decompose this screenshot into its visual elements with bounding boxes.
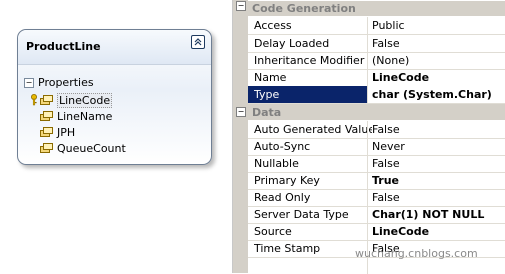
grid-row-primary-key[interactable]: Primary Key True: [248, 172, 505, 190]
column-divider: [367, 155, 368, 172]
grid-row-inheritance-modifier[interactable]: Inheritance Modifier (None): [248, 52, 505, 70]
entity-property-linecode[interactable]: LineCode: [31, 92, 113, 108]
grid-row-name: Auto-Sync: [254, 140, 311, 153]
category-code-generation[interactable]: − Code Generation: [233, 1, 505, 16]
column-divider: [367, 138, 368, 155]
grid-row-access[interactable]: Access Public: [248, 17, 505, 35]
grid-row-name: Server Data Type: [254, 208, 349, 221]
column-divider: [367, 206, 368, 223]
grid-row-name: Type: [254, 88, 280, 101]
property-icon: [40, 94, 53, 105]
property-icon: [40, 126, 53, 137]
properties-section-label: Properties: [38, 76, 94, 89]
collapse-minus-icon[interactable]: −: [24, 77, 34, 88]
grid-row-source[interactable]: Source LineCode: [248, 223, 505, 241]
column-divider: [367, 172, 368, 189]
property-icon: [40, 110, 53, 121]
grid-row-server-data-type[interactable]: Server Data Type Char(1) NOT NULL: [248, 206, 505, 224]
property-grid[interactable]: − Code Generation Access Public Delay Lo…: [232, 0, 505, 274]
grid-row-name: Primary Key: [254, 174, 320, 187]
key-icon: [31, 94, 37, 106]
grid-row-value[interactable]: char (System.Char): [372, 88, 492, 101]
column-divider: [367, 223, 368, 240]
grid-row-delay-loaded[interactable]: Delay Loaded False: [248, 35, 505, 53]
entity-property-label: LineName: [57, 109, 113, 123]
collapse-minus-icon[interactable]: −: [236, 107, 246, 117]
collapse-up-icon[interactable]: [191, 35, 205, 49]
grid-row-name: Access: [254, 19, 292, 32]
column-divider: [367, 52, 368, 69]
grid-row-auto-generated-value[interactable]: Auto Generated Value False: [248, 121, 505, 139]
category-data[interactable]: − Data: [233, 104, 505, 120]
entity-property-linename[interactable]: LineName: [40, 109, 112, 123]
grid-row-value[interactable]: False: [372, 37, 400, 50]
grid-row-value[interactable]: (None): [372, 54, 409, 67]
grid-row-value[interactable]: LineCode: [372, 225, 429, 238]
grid-margin-strip: [233, 0, 248, 273]
grid-row-name: Auto Generated Value: [254, 123, 372, 136]
entity-shape[interactable]: ProductLine − Properties LineCode LineNa: [17, 29, 212, 165]
property-icon: [40, 142, 53, 153]
column-divider: [367, 69, 368, 86]
entity-property-label: LineCode: [57, 92, 113, 108]
grid-row-name: Read Only: [254, 191, 311, 204]
grid-row-value[interactable]: False: [372, 191, 400, 204]
column-divider: [367, 17, 368, 34]
grid-row-value[interactable]: Char(1) NOT NULL: [372, 208, 484, 221]
grid-row-name: Nullable: [254, 157, 299, 170]
grid-row-name: Name: [254, 71, 287, 84]
grid-row-value[interactable]: LineCode: [372, 71, 429, 84]
category-label: Data: [252, 106, 282, 119]
grid-row-name: Source: [254, 225, 292, 238]
grid-row-name-property[interactable]: Name LineCode: [248, 69, 505, 87]
watermark-text: wuchang.cnblogs.com: [355, 247, 478, 260]
entity-property-label: JPH: [57, 125, 76, 139]
column-divider: [367, 189, 368, 206]
grid-row-name: Inheritance Modifier: [254, 54, 365, 67]
grid-row-value[interactable]: Never: [372, 140, 405, 153]
entity-header[interactable]: ProductLine: [18, 30, 211, 65]
column-divider: [367, 86, 368, 103]
properties-section[interactable]: − Properties: [24, 76, 94, 89]
entity-property-label: QueueCount: [57, 141, 126, 155]
grid-row-value[interactable]: Public: [372, 19, 405, 32]
grid-row-read-only[interactable]: Read Only False: [248, 189, 505, 207]
grid-row-type[interactable]: Type char (System.Char): [248, 86, 505, 104]
column-divider: [367, 35, 368, 52]
entity-title: ProductLine: [26, 40, 101, 53]
entity-property-queuecount[interactable]: QueueCount: [40, 141, 126, 155]
category-label: Code Generation: [252, 2, 356, 15]
column-divider: [367, 121, 368, 138]
grid-row-value[interactable]: True: [372, 174, 399, 187]
grid-row-value[interactable]: False: [372, 157, 400, 170]
grid-row-name: Delay Loaded: [254, 37, 330, 50]
grid-row-auto-sync[interactable]: Auto-Sync Never: [248, 138, 505, 156]
collapse-minus-icon[interactable]: −: [236, 1, 246, 11]
grid-row-value[interactable]: False: [372, 123, 400, 136]
entity-property-jph[interactable]: JPH: [40, 125, 75, 139]
grid-row-nullable[interactable]: Nullable False: [248, 155, 505, 173]
